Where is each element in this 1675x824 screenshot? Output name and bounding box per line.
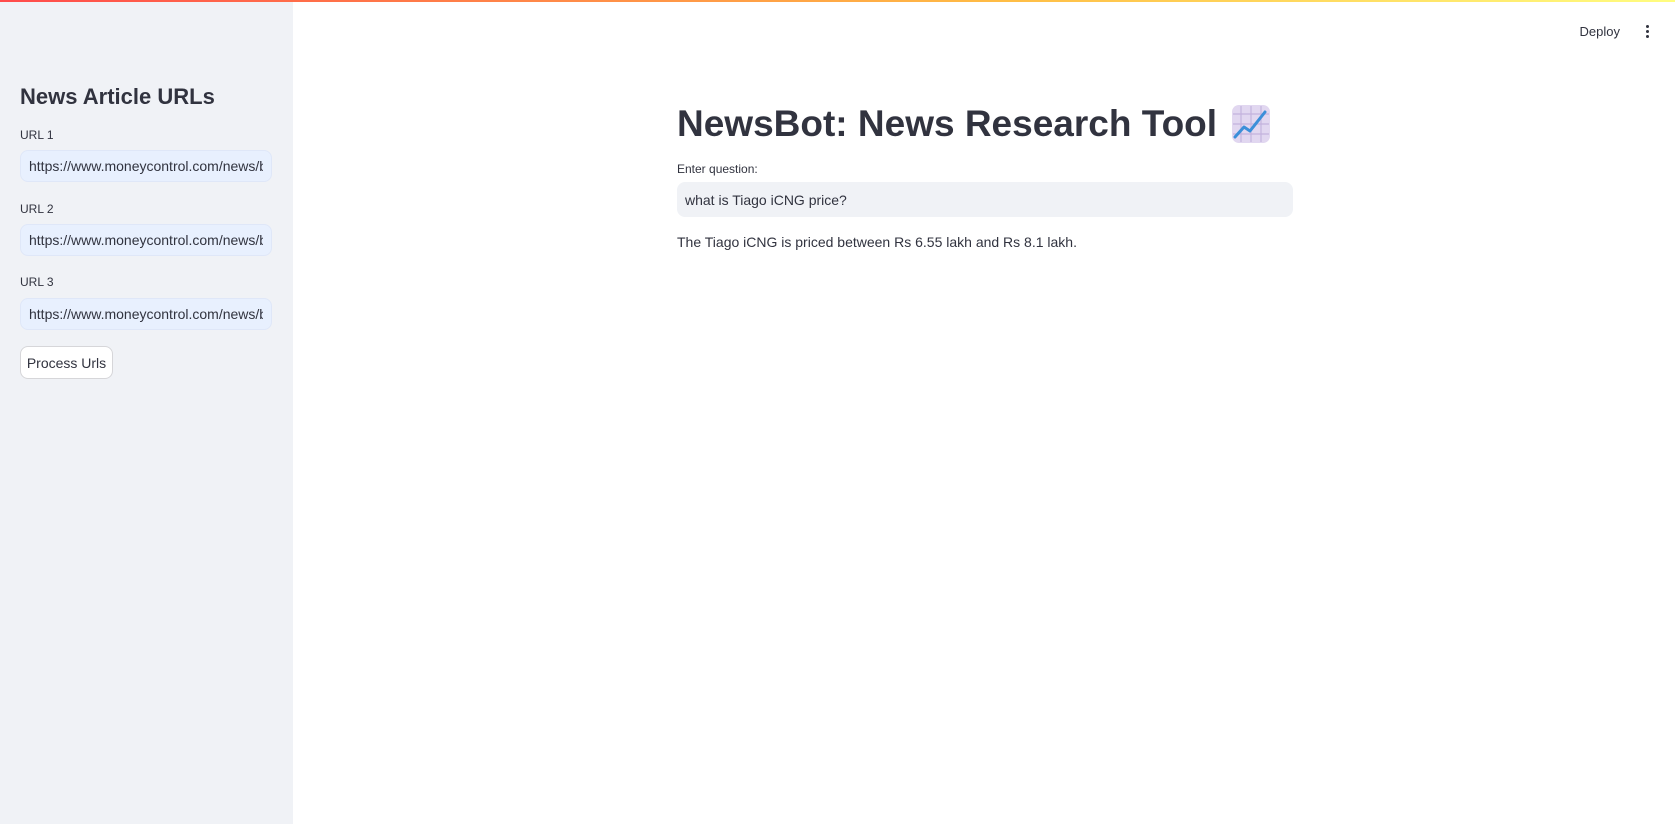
main-content: NewsBot: News Research Tool Enter questi… — [677, 96, 1293, 250]
url-2-label: URL 2 — [20, 202, 54, 216]
page-title: NewsBot: News Research Tool — [677, 103, 1218, 144]
process-urls-button[interactable]: Process Urls — [20, 346, 113, 379]
sidebar: News Article URLs URL 1 URL 2 URL 3 Proc… — [0, 0, 293, 824]
url-2-input[interactable] — [20, 224, 272, 256]
question-input[interactable] — [677, 182, 1293, 217]
sidebar-title: News Article URLs — [20, 84, 215, 109]
answer-text: The Tiago iCNG is priced between Rs 6.55… — [677, 234, 1077, 250]
top-decoration-bar — [0, 0, 1675, 2]
url-1-input[interactable] — [20, 150, 272, 182]
url-3-input[interactable] — [20, 298, 272, 330]
chart-increasing-icon — [1232, 105, 1271, 143]
kebab-menu-icon[interactable] — [1640, 21, 1655, 42]
url-3-label: URL 3 — [20, 275, 54, 289]
url-1-label: URL 1 — [20, 128, 54, 142]
page-title-row: NewsBot: News Research Tool — [677, 96, 1293, 152]
app-header-toolbar: Deploy — [1574, 20, 1655, 43]
deploy-button[interactable]: Deploy — [1574, 20, 1626, 43]
question-label: Enter question: — [677, 162, 758, 176]
